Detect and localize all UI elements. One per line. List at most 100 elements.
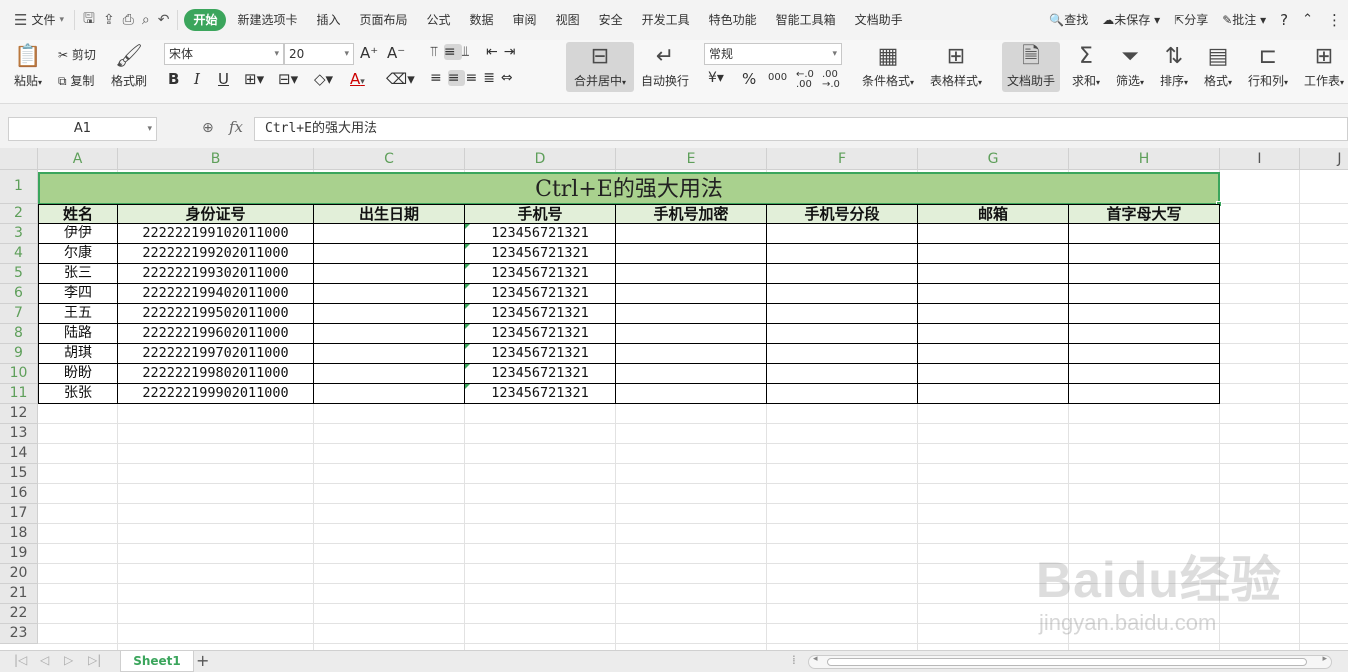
table-cell[interactable] bbox=[767, 324, 918, 344]
table-cell[interactable] bbox=[918, 244, 1069, 264]
scroll-right-icon[interactable]: ▸ bbox=[1322, 654, 1327, 664]
table-cell[interactable] bbox=[1069, 304, 1220, 324]
table-cell[interactable]: 222222199802011000 bbox=[118, 364, 314, 384]
table-cell[interactable] bbox=[767, 344, 918, 364]
table-cell[interactable]: 222222199902011000 bbox=[118, 384, 314, 404]
menu-tab[interactable]: 页面布局 bbox=[352, 9, 416, 31]
table-cell[interactable]: 123456721321 bbox=[465, 224, 616, 244]
table-cell[interactable] bbox=[918, 344, 1069, 364]
share-button[interactable]: ⇱分享 bbox=[1168, 9, 1214, 31]
table-cell[interactable] bbox=[616, 304, 767, 324]
conditional-format-button[interactable]: ▦ 条件格式▾ bbox=[858, 42, 918, 89]
column-header-c[interactable]: C bbox=[314, 148, 465, 170]
row-header-8[interactable]: 8 bbox=[0, 324, 38, 344]
name-box[interactable]: A1 ▾ bbox=[8, 117, 157, 141]
vertical-align-icons[interactable]: ⫪≡⫫ ⇤⇥ bbox=[430, 44, 521, 60]
table-cell[interactable]: 陆路 bbox=[38, 324, 118, 344]
header-cell[interactable]: 邮箱 bbox=[918, 204, 1069, 224]
table-cell[interactable]: 222222199302011000 bbox=[118, 264, 314, 284]
row-header-17[interactable]: 17 bbox=[0, 504, 38, 524]
table-cell[interactable]: 张三 bbox=[38, 264, 118, 284]
zoom-icon[interactable]: ⊕ bbox=[202, 120, 214, 136]
row-header-15[interactable]: 15 bbox=[0, 464, 38, 484]
menu-tab[interactable]: 审阅 bbox=[505, 9, 545, 31]
underline-button[interactable]: U bbox=[218, 70, 229, 88]
row-header-14[interactable]: 14 bbox=[0, 444, 38, 464]
row-header-2[interactable]: 2 bbox=[0, 204, 38, 224]
table-cell[interactable] bbox=[1069, 324, 1220, 344]
menu-tab[interactable]: 开发工具 bbox=[634, 9, 698, 31]
header-cell[interactable]: 手机号 bbox=[465, 204, 616, 224]
row-header-23[interactable]: 23 bbox=[0, 624, 38, 644]
number-format-select[interactable]: 常规 ▾ bbox=[704, 43, 842, 65]
help-button[interactable]: ? bbox=[1274, 9, 1294, 31]
menu-tab[interactable]: 公式 bbox=[419, 9, 459, 31]
row-header-10[interactable]: 10 bbox=[0, 364, 38, 384]
header-cell[interactable]: 身份证号 bbox=[118, 204, 314, 224]
table-cell[interactable] bbox=[767, 244, 918, 264]
scroll-split-icon[interactable]: ⁞ bbox=[792, 653, 796, 667]
table-cell[interactable]: 123456721321 bbox=[465, 364, 616, 384]
menu-tab[interactable]: 插入 bbox=[308, 9, 348, 31]
borders-icon[interactable]: ⊞▾ bbox=[244, 70, 264, 88]
table-cell[interactable]: 123456721321 bbox=[465, 324, 616, 344]
scroll-left-icon[interactable]: ◂ bbox=[813, 654, 818, 664]
horizontal-scrollbar[interactable]: ◂ ▸ bbox=[808, 654, 1332, 669]
table-cell[interactable]: 222222199102011000 bbox=[118, 224, 314, 244]
row-header-5[interactable]: 5 bbox=[0, 264, 38, 284]
table-cell[interactable] bbox=[918, 304, 1069, 324]
row-header-11[interactable]: 11 bbox=[0, 384, 38, 404]
table-cell[interactable]: 王五 bbox=[38, 304, 118, 324]
bold-button[interactable]: B bbox=[168, 70, 179, 88]
table-cell[interactable]: 伊伊 bbox=[38, 224, 118, 244]
row-header-22[interactable]: 22 bbox=[0, 604, 38, 624]
table-style-button[interactable]: ⊞ 表格样式▾ bbox=[926, 42, 986, 89]
table-cell[interactable] bbox=[616, 384, 767, 404]
column-header-i[interactable]: I bbox=[1220, 148, 1300, 170]
fill-color-icon[interactable]: ◇▾ bbox=[314, 70, 333, 88]
unsaved-button[interactable]: ☁未保存 ▾ bbox=[1096, 9, 1166, 31]
row-header-6[interactable]: 6 bbox=[0, 284, 38, 304]
table-cell[interactable]: 胡琪 bbox=[38, 344, 118, 364]
table-cell[interactable] bbox=[616, 324, 767, 344]
table-cell[interactable] bbox=[1069, 344, 1220, 364]
table-cell[interactable] bbox=[918, 264, 1069, 284]
prev-sheet-icon[interactable]: ◁ bbox=[40, 653, 49, 667]
table-cell[interactable] bbox=[918, 364, 1069, 384]
decrease-font-button[interactable]: A⁻ bbox=[387, 44, 405, 62]
merge-center-button[interactable]: ⊟ 合并居中▾ bbox=[566, 42, 634, 92]
table-cell[interactable] bbox=[616, 344, 767, 364]
horizontal-align-icons[interactable]: ≡≡≡≣⇔ bbox=[430, 70, 519, 86]
table-cell[interactable] bbox=[1069, 224, 1220, 244]
menu-tab[interactable]: 安全 bbox=[591, 9, 631, 31]
font-color-icon[interactable]: A▾ bbox=[350, 70, 365, 88]
rows-cols-button[interactable]: ⊏ 行和列▾ bbox=[1244, 42, 1292, 89]
table-cell[interactable] bbox=[918, 324, 1069, 344]
header-cell[interactable]: 手机号分段 bbox=[767, 204, 918, 224]
table-cell[interactable]: 222222199702011000 bbox=[118, 344, 314, 364]
table-cell[interactable] bbox=[314, 344, 465, 364]
table-cell[interactable]: 123456721321 bbox=[465, 304, 616, 324]
table-cell[interactable] bbox=[314, 264, 465, 284]
decrease-decimal-icon[interactable]: .00 →.0 bbox=[822, 70, 840, 90]
table-cell[interactable]: 李四 bbox=[38, 284, 118, 304]
menu-tab[interactable]: 视图 bbox=[548, 9, 588, 31]
table-cell[interactable]: 123456721321 bbox=[465, 284, 616, 304]
sort-button[interactable]: ⇅ 排序▾ bbox=[1156, 42, 1192, 89]
paste-button[interactable]: 📋 粘贴▾ bbox=[10, 42, 46, 89]
currency-icon[interactable]: ¥▾ bbox=[708, 70, 724, 86]
first-sheet-icon[interactable]: |◁ bbox=[14, 653, 27, 667]
wrap-text-button[interactable]: ↵ 自动换行 bbox=[638, 42, 692, 89]
row-header-21[interactable]: 21 bbox=[0, 584, 38, 604]
table-cell[interactable] bbox=[1069, 244, 1220, 264]
table-cell[interactable] bbox=[767, 264, 918, 284]
menu-tab[interactable]: 开始 bbox=[184, 9, 227, 31]
table-cell[interactable] bbox=[616, 264, 767, 284]
save-icon[interactable]: 🖫 bbox=[83, 8, 95, 32]
next-sheet-icon[interactable]: ▷ bbox=[64, 653, 73, 667]
table-cell[interactable] bbox=[767, 284, 918, 304]
table-cell[interactable] bbox=[1069, 264, 1220, 284]
search-button[interactable]: 🔍查找 bbox=[1043, 9, 1094, 31]
table-cell[interactable]: 尔康 bbox=[38, 244, 118, 264]
table-cell[interactable] bbox=[767, 384, 918, 404]
